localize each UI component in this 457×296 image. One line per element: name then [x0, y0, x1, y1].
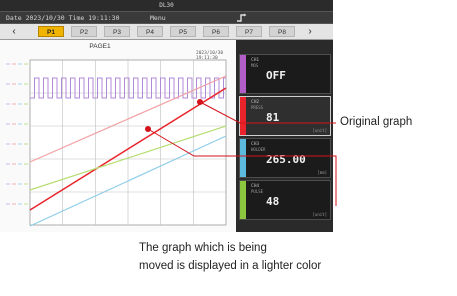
- annotation-original-graph: Original graph: [340, 116, 413, 128]
- annotation-moved-graph-line2: moved is displayed in a lighter color: [139, 260, 322, 272]
- annotation-moved-graph-line1: The graph which is being: [139, 242, 267, 254]
